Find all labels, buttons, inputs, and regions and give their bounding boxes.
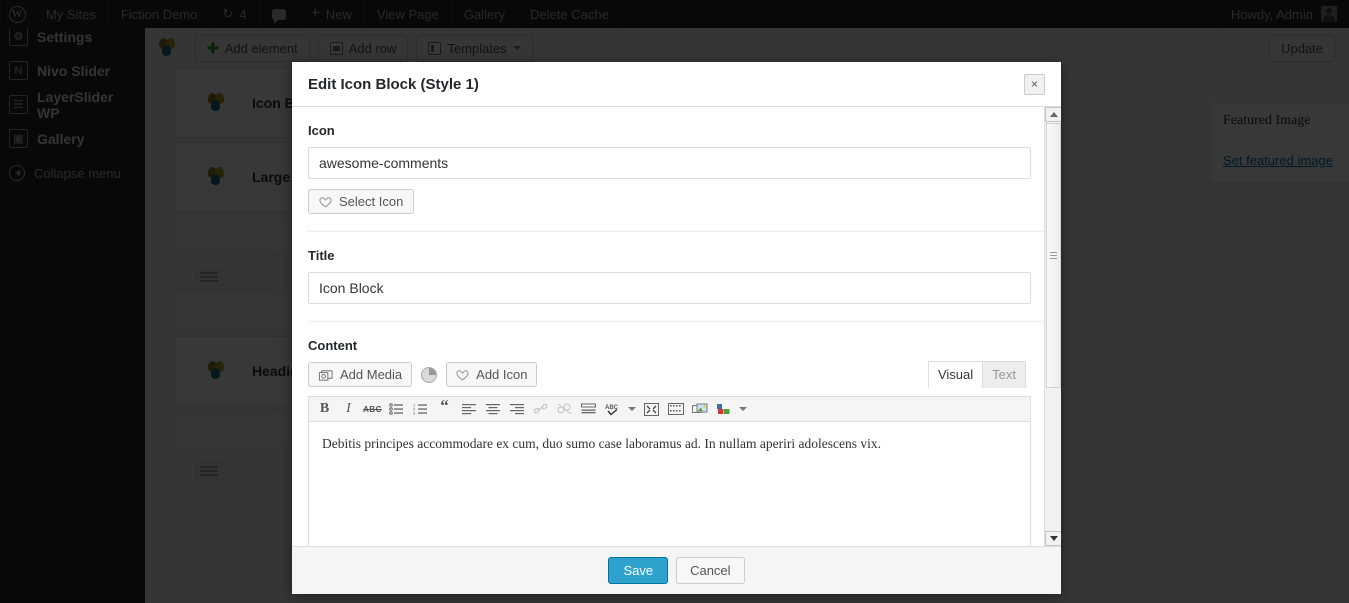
numbered-list-icon[interactable]: 1 2 3 [409,399,432,420]
content-editor: B I ABC 1 2 3 “ ABC Debitis principes ac… [308,396,1031,546]
modal-title: Edit Icon Block (Style 1) [308,75,479,93]
editor-mode-tabs: Visual Text [927,361,1026,388]
save-button[interactable]: Save [608,557,669,584]
align-center-icon[interactable] [481,399,504,420]
text-color-chevron-down-icon[interactable] [736,399,750,420]
align-right-icon[interactable] [505,399,528,420]
strikethrough-icon[interactable]: ABC [361,399,384,420]
blockquote-icon[interactable]: “ [433,396,456,420]
arrow-up-icon [1049,112,1058,117]
tab-text[interactable]: Text [982,361,1026,388]
section-divider [308,321,1045,322]
unlink-icon[interactable] [553,399,576,420]
spellcheck-icon[interactable]: ABC [601,399,624,420]
scrollbar-grip-icon [1050,252,1057,259]
arrow-down-icon [1049,536,1058,541]
add-media-button[interactable]: Add Media [308,362,413,387]
kitchen-sink-icon[interactable] [664,399,687,420]
tab-visual[interactable]: Visual [927,361,984,388]
insert-more-icon[interactable] [577,399,600,420]
select-icon-label: Select Icon [339,194,404,209]
editor-toolbar: B I ABC 1 2 3 “ ABC [309,396,1030,422]
editor-content-area[interactable]: Debitis principes accommodare ex cum, du… [309,422,1030,546]
modal-footer: Save Cancel [292,547,1061,594]
title-input[interactable] [308,272,1031,304]
scroll-down-button[interactable] [1045,531,1061,546]
close-icon[interactable]: × [1024,73,1045,95]
modal-scroll-content: Icon Select Icon Title Content Visual Te… [292,107,1061,546]
add-icon-label: Add Icon [476,367,528,382]
insert-image-icon[interactable] [688,399,711,420]
scroll-up-button[interactable] [1045,107,1061,122]
italic-icon[interactable]: I [337,399,360,420]
add-icon-button[interactable]: Add Icon [446,362,538,387]
icon-input[interactable] [308,147,1031,179]
select-icon-button[interactable]: Select Icon [308,189,415,214]
fullscreen-icon[interactable] [640,399,663,420]
modal-body: Icon Select Icon Title Content Visual Te… [292,107,1061,547]
pie-chart-icon[interactable] [421,366,438,383]
text-color-icon[interactable] [712,399,735,420]
modal-header: Edit Icon Block (Style 1) × [292,62,1061,107]
insert-link-icon[interactable] [529,399,552,420]
icon-field-label: Icon [308,123,335,138]
bullet-list-icon[interactable] [385,399,408,420]
bold-icon[interactable]: B [313,399,336,420]
title-field-label: Title [308,248,335,263]
section-divider [308,231,1045,232]
content-field-label: Content [308,338,358,353]
spellcheck-chevron-down-icon[interactable] [625,399,639,420]
edit-icon-block-modal: Edit Icon Block (Style 1) × Icon Select … [292,62,1061,594]
camera-icon [318,369,333,381]
align-left-icon[interactable] [457,399,480,420]
cancel-button[interactable]: Cancel [676,557,745,584]
heart-icon [319,196,332,207]
heart-icon [456,369,469,380]
add-media-label: Add Media [340,367,403,382]
svg-text:3: 3 [413,410,416,415]
scrollbar-thumb[interactable] [1046,123,1061,388]
modal-scrollbar[interactable] [1044,107,1061,546]
editor-paragraph: Debitis principes accommodare ex cum, du… [322,436,881,451]
